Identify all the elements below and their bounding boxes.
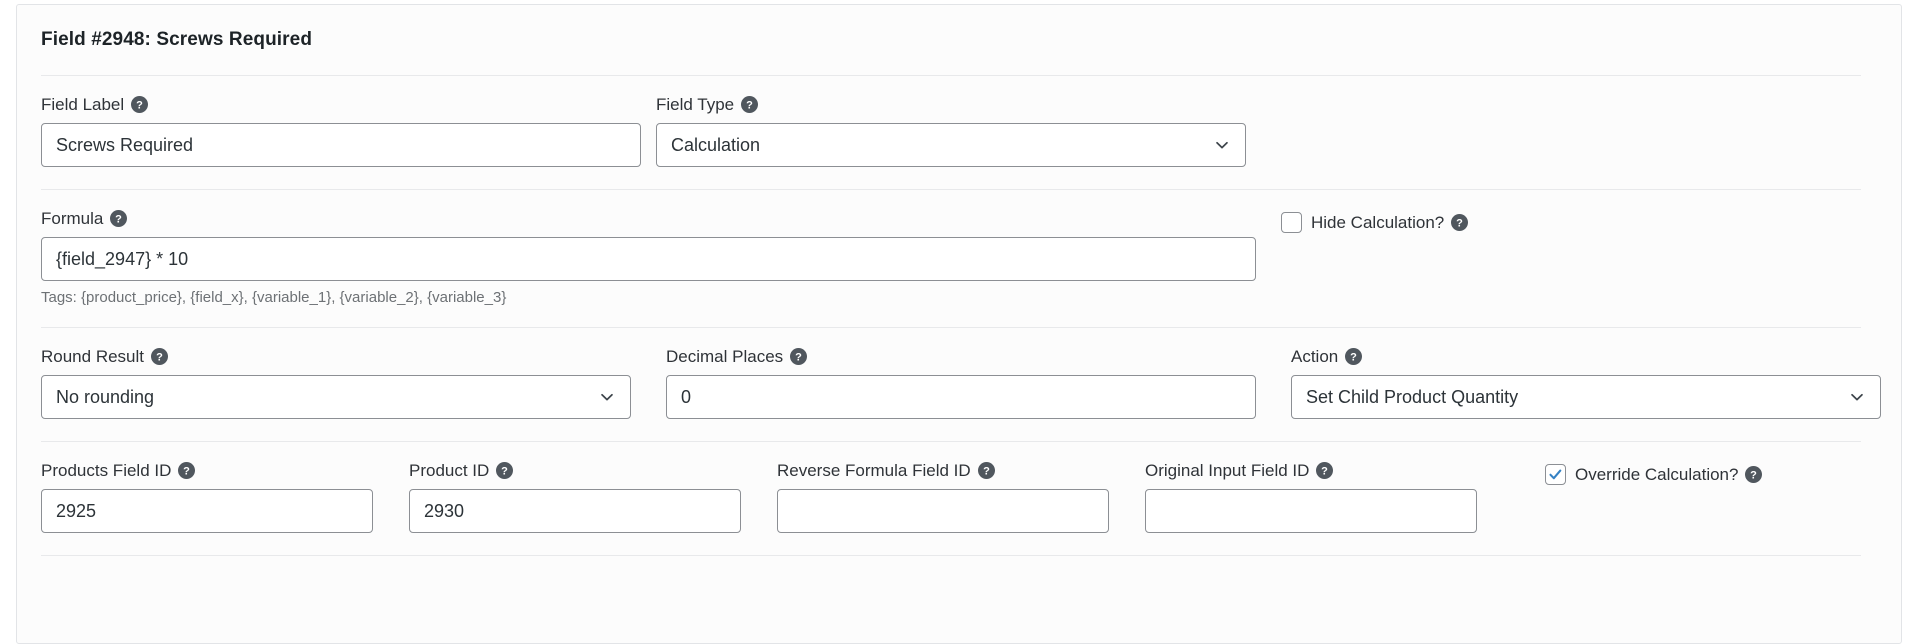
field-group-field-type: Field Type ? Calculation <box>656 96 1256 167</box>
hide-calculation-checkbox-wrap[interactable]: Hide Calculation? <box>1281 212 1444 233</box>
divider-row4 <box>41 555 1861 556</box>
svg-text:?: ? <box>1456 218 1463 230</box>
label-field-label: Field Label ? <box>41 96 656 113</box>
label-decimal-places-text: Decimal Places <box>666 347 784 366</box>
row-product-ids: Products Field ID ? 2925 Product ID ? 29… <box>17 442 1901 555</box>
product-id-input[interactable]: 2930 <box>409 489 741 533</box>
field-group-formula: Formula ? {field_2947} * 10 Tags: {produ… <box>41 210 1281 305</box>
checkmark-icon <box>1549 469 1562 480</box>
card-header: Field #2948: Screws Required <box>17 5 1901 75</box>
label-original-input-field-id: Original Input Field ID ? <box>1145 462 1545 479</box>
field-type-value: Calculation <box>671 135 761 155</box>
hide-calculation-checkbox[interactable] <box>1281 212 1302 233</box>
label-original-input-field-id-text: Original Input Field ID <box>1145 461 1310 480</box>
original-input-field-id-input[interactable] <box>1145 489 1477 533</box>
label-decimal-places: Decimal Places ? <box>666 348 1291 365</box>
label-formula: Formula ? <box>41 210 1281 227</box>
decimal-places-input[interactable]: 0 <box>666 375 1256 419</box>
override-calculation-checkbox[interactable] <box>1545 464 1566 485</box>
svg-text:?: ? <box>156 352 163 364</box>
formula-input[interactable]: {field_2947} * 10 <box>41 237 1256 281</box>
label-reverse-formula-field-id-text: Reverse Formula Field ID <box>777 461 971 480</box>
label-formula-text: Formula <box>41 209 104 228</box>
svg-text:?: ? <box>795 352 802 364</box>
products-field-id-input[interactable]: 2925 <box>41 489 373 533</box>
round-result-value: No rounding <box>56 387 155 407</box>
field-group-field-label: Field Label ? Screws Required <box>41 96 656 167</box>
row-field-basics: Field Label ? Screws Required Field Type… <box>17 76 1901 189</box>
field-group-product-id: Product ID ? 2930 <box>409 462 777 533</box>
hide-calculation-label: Hide Calculation? <box>1311 213 1445 232</box>
field-type-select[interactable]: Calculation <box>656 123 1246 167</box>
hide-calculation-row: Hide Calculation? ? <box>1281 212 1469 233</box>
field-group-original-input-field-id: Original Input Field ID ? <box>1145 462 1545 533</box>
chevron-down-icon <box>598 388 616 406</box>
svg-text:?: ? <box>115 214 122 226</box>
field-label-input[interactable]: Screws Required <box>41 123 641 167</box>
svg-text:?: ? <box>1751 470 1758 482</box>
label-field-label-text: Field Label <box>41 95 125 114</box>
action-select[interactable]: Set Child Product Quantity <box>1291 375 1881 419</box>
help-icon[interactable]: ? <box>110 210 128 227</box>
label-action-text: Action <box>1291 347 1339 366</box>
svg-text:?: ? <box>983 466 990 478</box>
svg-text:?: ? <box>184 466 191 478</box>
svg-text:?: ? <box>501 466 508 478</box>
formula-tags-hint: Tags: {product_price}, {field_x}, {varia… <box>41 289 507 306</box>
field-group-round-result: Round Result ? No rounding <box>41 348 666 419</box>
help-icon[interactable]: ? <box>131 96 149 113</box>
label-products-field-id-text: Products Field ID <box>41 461 172 480</box>
override-calculation-label: Override Calculation? <box>1575 465 1739 484</box>
override-calculation-row: Override Calculation? ? <box>1545 464 1763 485</box>
field-group-reverse-formula-field-id: Reverse Formula Field ID ? <box>777 462 1145 533</box>
field-group-action: Action ? Set Child Product Quantity <box>1291 348 1891 419</box>
field-group-decimal-places: Decimal Places ? 0 <box>666 348 1291 419</box>
svg-text:?: ? <box>1322 466 1329 478</box>
label-field-type: Field Type ? <box>656 96 1256 113</box>
round-result-select[interactable]: No rounding <box>41 375 631 419</box>
help-icon[interactable]: ? <box>1451 214 1469 231</box>
svg-text:?: ? <box>136 100 143 112</box>
label-field-type-text: Field Type <box>656 95 735 114</box>
field-settings-card: Field #2948: Screws Required Field Label… <box>16 4 1902 644</box>
override-calculation-checkbox-wrap[interactable]: Override Calculation? <box>1545 464 1738 485</box>
label-product-id: Product ID ? <box>409 462 777 479</box>
label-action: Action ? <box>1291 348 1891 365</box>
help-icon[interactable]: ? <box>178 462 196 479</box>
svg-text:?: ? <box>1350 352 1357 364</box>
chevron-down-icon <box>1213 136 1231 154</box>
label-products-field-id: Products Field ID ? <box>41 462 409 479</box>
help-icon[interactable]: ? <box>151 348 169 365</box>
label-round-result: Round Result ? <box>41 348 666 365</box>
action-value: Set Child Product Quantity <box>1306 387 1519 407</box>
row-rounding-action: Round Result ? No rounding Decimal Place… <box>17 328 1901 441</box>
page-title: Field #2948: Screws Required <box>41 29 313 50</box>
label-round-result-text: Round Result <box>41 347 145 366</box>
help-icon[interactable]: ? <box>790 348 808 365</box>
help-icon[interactable]: ? <box>496 462 514 479</box>
help-icon[interactable]: ? <box>741 96 759 113</box>
help-icon[interactable]: ? <box>977 462 995 479</box>
svg-text:?: ? <box>746 100 753 112</box>
label-product-id-text: Product ID <box>409 461 490 480</box>
label-reverse-formula-field-id: Reverse Formula Field ID ? <box>777 462 1145 479</box>
chevron-down-icon <box>1848 388 1866 406</box>
field-group-override-calculation: Override Calculation? ? <box>1545 462 1763 533</box>
reverse-formula-field-id-input[interactable] <box>777 489 1109 533</box>
field-group-products-field-id: Products Field ID ? 2925 <box>41 462 409 533</box>
help-icon[interactable]: ? <box>1345 348 1363 365</box>
field-group-hide-calculation: Hide Calculation? ? <box>1281 210 1469 305</box>
row-formula: Formula ? {field_2947} * 10 Tags: {produ… <box>17 190 1901 327</box>
help-icon[interactable]: ? <box>1316 462 1334 479</box>
help-icon[interactable]: ? <box>1745 466 1763 483</box>
